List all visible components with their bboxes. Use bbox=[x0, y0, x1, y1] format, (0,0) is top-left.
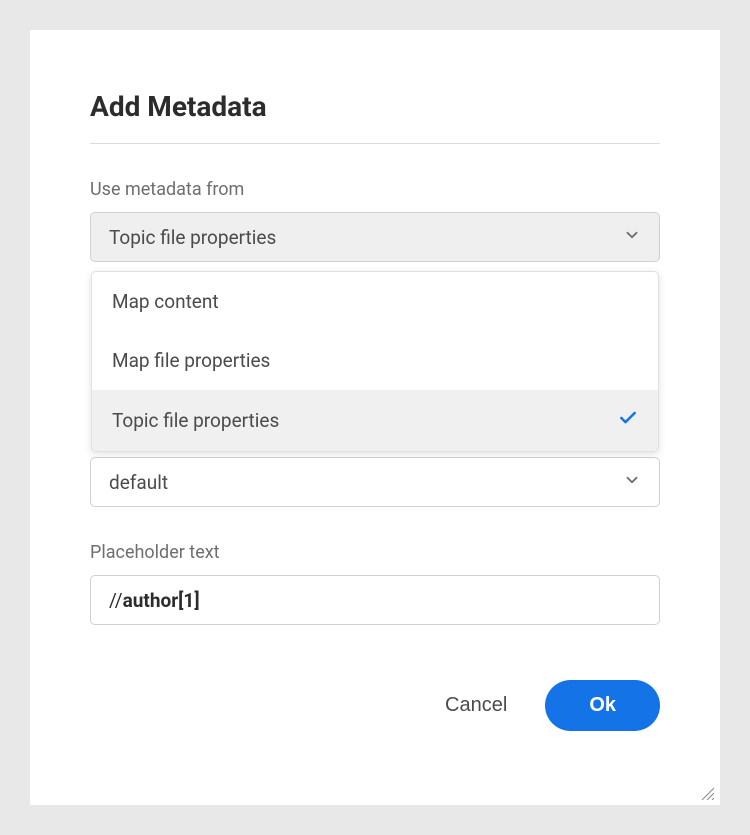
dialog-button-row: Cancel Ok bbox=[90, 680, 660, 731]
placeholder-text-field: Placeholder text //author[1] bbox=[90, 542, 660, 625]
add-metadata-dialog: Add Metadata Use metadata from Topic fil… bbox=[30, 30, 720, 805]
chevron-down-icon bbox=[623, 226, 641, 249]
metadata-source-selected-value: Topic file properties bbox=[109, 226, 276, 249]
cancel-button[interactable]: Cancel bbox=[437, 684, 515, 727]
placeholder-text-value: author[1] bbox=[123, 589, 200, 612]
check-icon bbox=[618, 408, 638, 433]
secondary-select[interactable]: default bbox=[90, 457, 660, 507]
secondary-select-field: default bbox=[90, 457, 660, 507]
placeholder-text-label: Placeholder text bbox=[90, 542, 660, 563]
metadata-source-field: Use metadata from Topic file properties … bbox=[90, 179, 660, 262]
secondary-select-value: default bbox=[109, 471, 168, 494]
dialog-title: Add Metadata bbox=[90, 90, 660, 123]
dropdown-option-topic-file-properties[interactable]: Topic file properties bbox=[92, 390, 658, 451]
metadata-source-dropdown: Map content Map file properties Topic fi… bbox=[91, 271, 659, 452]
dropdown-option-label: Topic file properties bbox=[112, 409, 279, 432]
placeholder-text-input[interactable]: //author[1] bbox=[90, 575, 660, 625]
metadata-source-label: Use metadata from bbox=[90, 179, 660, 200]
dropdown-option-map-file-properties[interactable]: Map file properties bbox=[92, 331, 658, 390]
resize-handle-icon[interactable] bbox=[700, 785, 714, 799]
chevron-down-icon bbox=[623, 471, 641, 494]
dropdown-option-map-content[interactable]: Map content bbox=[92, 272, 658, 331]
divider bbox=[90, 143, 660, 144]
dropdown-option-label: Map content bbox=[112, 290, 219, 313]
metadata-source-select[interactable]: Topic file properties Map content Map fi… bbox=[90, 212, 660, 262]
ok-button[interactable]: Ok bbox=[545, 680, 660, 731]
dropdown-option-label: Map file properties bbox=[112, 349, 270, 372]
placeholder-text-prefix: // bbox=[109, 589, 123, 612]
